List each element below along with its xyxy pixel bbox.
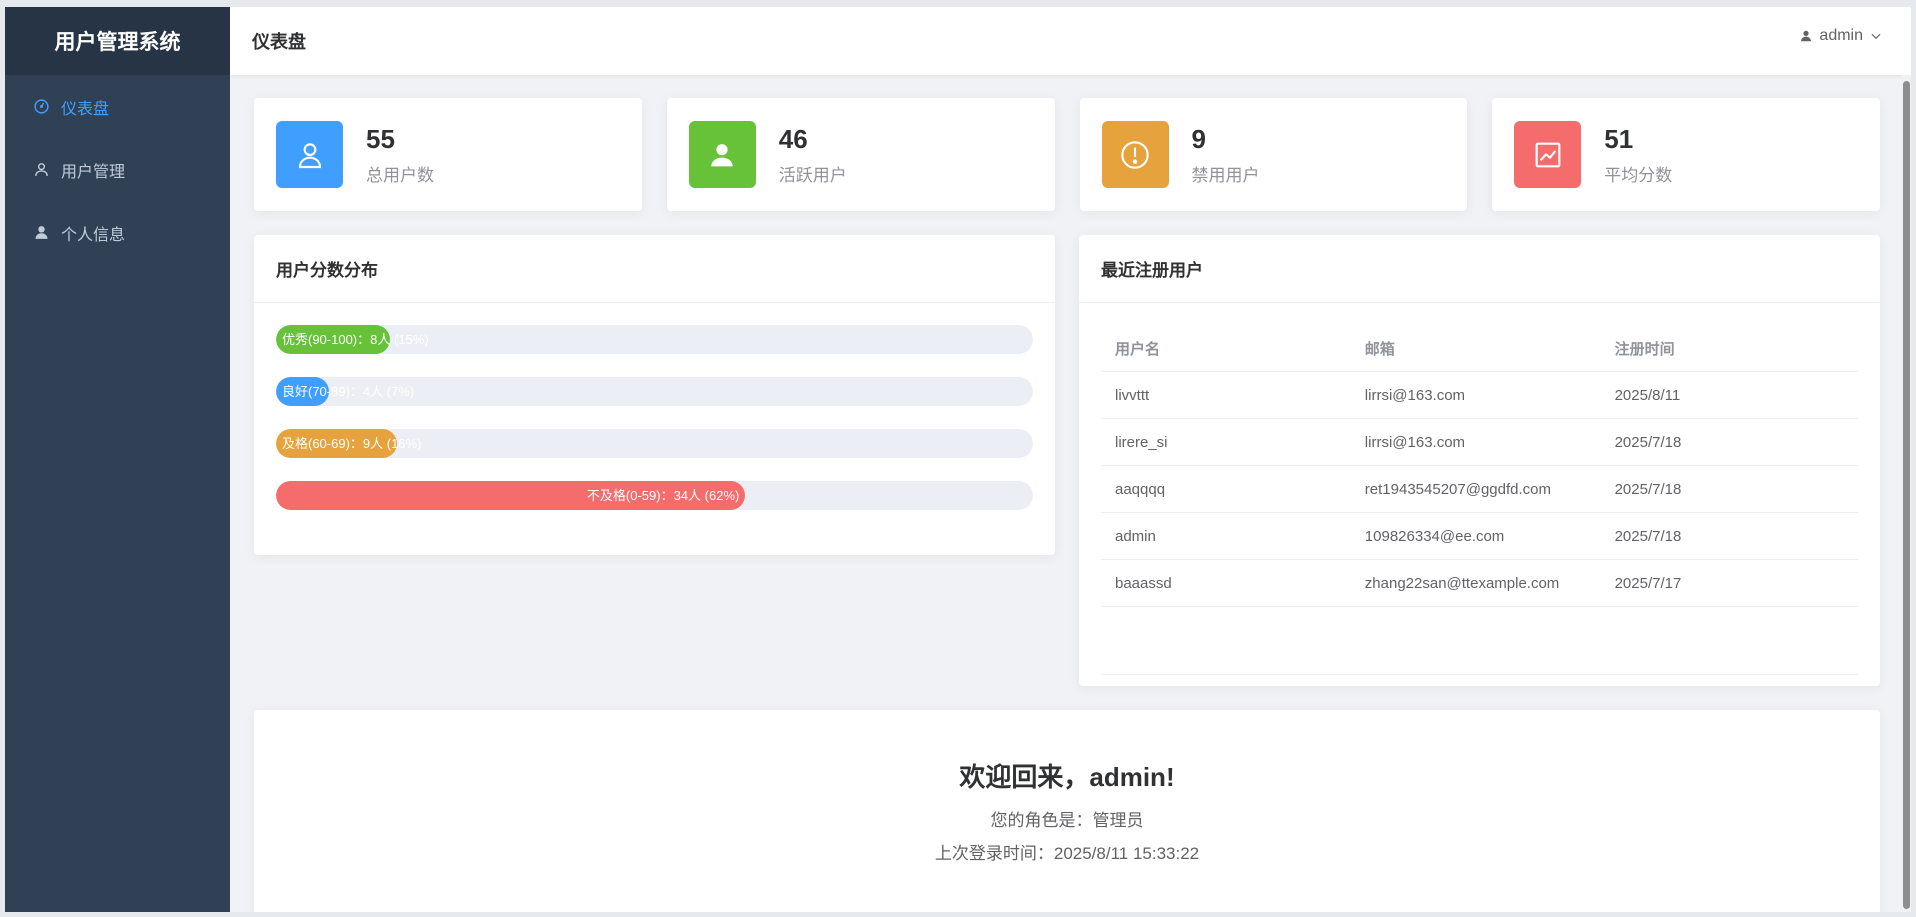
user-icon [1799,29,1813,43]
stat-value: 51 [1604,124,1634,154]
user-dropdown[interactable]: admin [1799,27,1883,45]
cell-date: 2025/8/11 [1600,371,1858,419]
stat-label: 平均分数 [1604,166,1673,185]
chevron-down-icon [1869,29,1883,43]
score-distribution-panel: 用户分数分布 优秀(90-100)：8人 (15%) 良好(70-89)：4人 … [254,235,1055,555]
sidebar-item-label: 个人信息 [61,226,126,244]
warning-icon [1119,139,1151,171]
app-window: 用户管理系统 仪表盘 用户管理 个人信息 仪表盘 admin 55 总用户数 4… [5,7,1911,912]
stat-cards: 55 总用户数 46 活跃用户 9 禁用用户 51 平均分数 [254,98,1880,211]
column-header-email: 邮箱 [1350,325,1601,372]
main-area: 仪表盘 admin 55 总用户数 46 活跃用户 9 禁用用户 51 平均分数… [230,7,1911,912]
cell-date: 2025/7/18 [1600,512,1858,560]
stat-card-average-score: 51 平均分数 [1492,98,1880,211]
user-outline-icon [32,160,51,179]
stat-value: 9 [1191,124,1206,154]
table-header-row: 用户名 邮箱 注册时间 [1101,325,1858,372]
cell-email: lirrsi@163.com [1350,371,1601,419]
scrollbar-thumb[interactable] [1903,81,1910,909]
panel-title: 用户分数分布 [254,235,1055,303]
stat-card-total-users: 55 总用户数 [254,98,642,211]
stat-label: 活跃用户 [778,166,847,185]
cell-date: 2025/7/17 [1600,559,1858,607]
table-row[interactable]: livvttt lirrsi@163.com 2025/8/11 [1101,371,1858,419]
bar-track: 及格(60-69)：9人 (16%) [276,429,1033,458]
bar-label: 优秀(90-100)：8人 (15%) [282,332,429,347]
middle-row: 用户分数分布 优秀(90-100)：8人 (15%) 良好(70-89)：4人 … [254,235,1880,686]
cell-date: 2025/7/18 [1600,465,1858,513]
recent-users-table: 用户名 邮箱 注册时间 livvttt lirrsi@163.com 2025/… [1101,325,1858,607]
sidebar-item-profile[interactable]: 个人信息 [5,201,230,264]
table-row[interactable]: lirere_si lirrsi@163.com 2025/7/18 [1101,418,1858,466]
sidebar-item-dashboard[interactable]: 仪表盘 [5,75,230,138]
scrollbar[interactable] [1902,75,1911,912]
cell-email: 109826334@ee.com [1350,512,1601,560]
cell-email: lirrsi@163.com [1350,418,1601,466]
bar-label: 及格(60-69)：9人 (16%) [282,436,422,451]
sidebar-item-user-management[interactable]: 用户管理 [5,138,230,201]
sidebar: 用户管理系统 仪表盘 用户管理 个人信息 [5,7,230,912]
bar-label: 不及格(0-59)：34人 (62%) [586,488,740,503]
cell-username: aaqqqq [1101,465,1351,513]
cell-email: ret1943545207@ggdfd.com [1350,465,1601,513]
cell-email: zhang22san@ttexample.com [1350,559,1601,607]
table-row[interactable]: baaassd zhang22san@ttexample.com 2025/7/… [1101,559,1858,607]
user-outline-icon [294,139,326,171]
cell-username: admin [1101,512,1351,560]
cell-username: baaassd [1101,559,1351,607]
cell-username: livvttt [1101,371,1351,419]
sidebar-item-label: 仪表盘 [61,100,110,118]
stat-value: 55 [366,124,395,154]
bar-track: 良好(70-89)：4人 (7%) [276,377,1033,406]
dashboard-icon [32,97,51,116]
distribution-bars: 优秀(90-100)：8人 (15%) 良好(70-89)：4人 (7%) 及格… [254,303,1055,510]
cell-date: 2025/7/18 [1600,418,1858,466]
recent-users-panel: 最近注册用户 用户名 邮箱 注册时间 livvttt lirrsi@163.co… [1079,235,1880,686]
bar-label: 良好(70-89)：4人 (7%) [282,384,415,399]
stat-icon-box [276,121,343,188]
app-logo-title: 用户管理系统 [5,7,230,75]
stat-icon-box [1101,121,1169,188]
stat-label: 总用户数 [366,166,434,185]
last-login-text: 上次登录时间：2025/8/11 15:33:22 [934,844,1200,863]
user-filled-icon [706,139,738,171]
stat-icon-box [1514,121,1582,188]
cell-username: lirere_si [1101,418,1351,466]
welcome-panel: 欢迎回来，admin! 您的角色是：管理员 上次登录时间：2025/8/11 1… [254,710,1880,912]
dashboard-content: 55 总用户数 46 活跃用户 9 禁用用户 51 平均分数 用户分数分布 优秀… [230,75,1911,912]
welcome-title: 欢迎回来，admin! [959,762,1175,792]
trend-chart-icon [1532,139,1564,171]
column-header-registered: 注册时间 [1600,325,1858,372]
table-spacer [1101,607,1858,675]
table-row[interactable]: aaqqqq ret1943545207@ggdfd.com 2025/7/18 [1101,465,1858,513]
user-role-text: 您的角色是：管理员 [990,811,1144,830]
recent-users-table-wrap: 用户名 邮箱 注册时间 livvttt lirrsi@163.com 2025/… [1079,303,1880,675]
top-header: 仪表盘 admin [230,7,1911,75]
stat-card-active-users: 46 活跃用户 [666,98,1055,211]
column-header-username: 用户名 [1101,325,1351,372]
stat-icon-box [688,121,756,188]
stat-card-disabled-users: 9 禁用用户 [1079,98,1468,211]
sidebar-item-label: 用户管理 [61,163,126,181]
stat-label: 禁用用户 [1191,166,1260,185]
user-filled-icon [32,223,51,242]
panel-title: 最近注册用户 [1079,235,1880,303]
table-row[interactable]: admin 109826334@ee.com 2025/7/18 [1101,512,1858,560]
username-label: admin [1819,27,1863,44]
bar-track: 不及格(0-59)：34人 (62%) [276,481,1033,510]
bar-track: 优秀(90-100)：8人 (15%) [276,325,1033,354]
stat-value: 46 [778,124,808,154]
page-title: 仪表盘 [252,32,306,52]
